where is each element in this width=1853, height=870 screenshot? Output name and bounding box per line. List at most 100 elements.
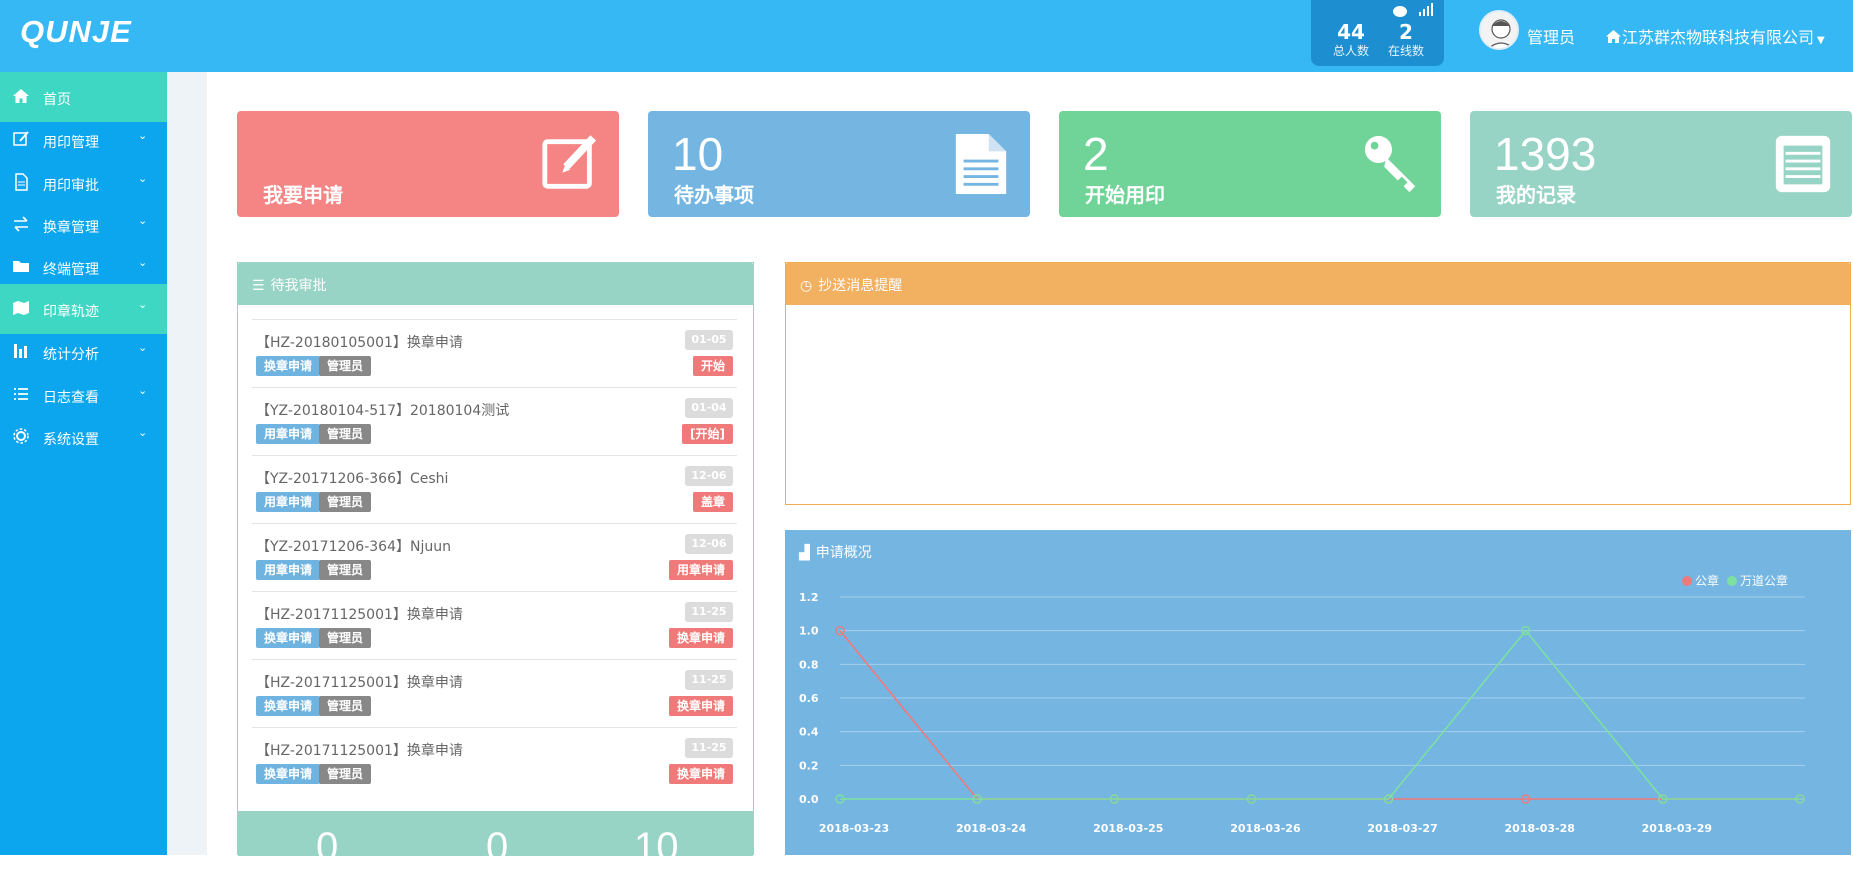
chevron-down-icon: ⌄	[138, 256, 148, 269]
logo[interactable]: QUNJE	[20, 14, 132, 50]
type-badge: 换章申请	[256, 628, 321, 648]
type-badge: 换章申请	[256, 696, 321, 716]
tile-number: 10	[672, 128, 724, 180]
cc-notice-header: ◷ 抄送消息提醒	[786, 263, 1850, 305]
user-badge: 管理员	[319, 492, 372, 512]
todo-date: 12-06	[685, 466, 733, 486]
folder-icon	[13, 261, 29, 272]
status-badge: 盖章	[692, 492, 733, 512]
user-stats-box: 44 总人数 2 在线数	[1311, 0, 1444, 66]
tile-label: 开始用印	[1085, 183, 1165, 207]
dashboard-tile-2[interactable]: 2 开始用印	[1059, 111, 1441, 217]
pending-approval-footer: 0 0 10	[238, 811, 753, 869]
user-badge: 管理员	[319, 764, 372, 784]
todo-date: 12-06	[685, 534, 733, 554]
x-tick-label: 2018-03-28	[1505, 822, 1575, 835]
sidebar-item-label: 系统设置	[43, 432, 99, 448]
list-item[interactable]: 【HZ-20171125001】换章申请 11-25 换章申请 管理员 换章申请	[252, 659, 737, 727]
todo-title[interactable]: 【YZ-20171206-364】Njuun	[256, 536, 451, 556]
sidebar-item-8[interactable]: 系统设置 ⌄	[0, 412, 167, 462]
user-badge: 管理员	[319, 424, 372, 444]
type-badge: 用章申请	[256, 424, 321, 444]
todo-date: 01-04	[685, 398, 733, 418]
tile-number: 1393	[1494, 128, 1597, 180]
series-line-0	[839, 630, 1800, 800]
series-line-1	[840, 629, 1800, 800]
document-icon	[15, 173, 28, 191]
dashboard-tile-3[interactable]: 1393 我的记录	[1470, 111, 1852, 217]
type-badge: 用章申请	[256, 492, 321, 512]
pending-approval-panel: ☰ 待我审批 【HZ-20180105001】换章申请 01-05 换章申请 管理员 开始…	[237, 262, 754, 869]
sidebar-item-label: 用印管理	[43, 135, 99, 151]
gear-icon	[13, 428, 29, 444]
sidebar-item-label: 首页	[43, 92, 71, 108]
legend-marker	[1727, 576, 1737, 586]
chevron-down-icon: ⌄	[138, 129, 148, 142]
list-item[interactable]: 【YZ-20171206-366】Ceshi 12-06 用章申请 管理员 盖章	[252, 455, 737, 523]
status-badge: 开始	[692, 356, 733, 376]
todo-title[interactable]: 【YZ-20171206-366】Ceshi	[256, 468, 448, 488]
list-item[interactable]: 【YZ-20180104-517】20180104测试 01-04 用章申请 管理员 […	[252, 387, 737, 455]
list-item[interactable]: 【HZ-20171125001】换章申请 11-25 换章申请 管理员 换章申请	[252, 591, 737, 659]
sidebar-item-label: 换章管理	[43, 220, 99, 236]
user-badge: 管理员	[319, 356, 372, 376]
y-tick-label: 0.0	[799, 793, 819, 806]
home-icon	[1606, 30, 1621, 43]
status-badge: 换章申请	[668, 628, 733, 648]
company-name: 江苏群杰物联科技有限公司	[1622, 28, 1815, 47]
type-badge: 用章申请	[256, 560, 321, 580]
dashboard-tile-1[interactable]: 10 待办事项	[648, 111, 1030, 217]
sidebar-item-label: 用印审批	[43, 178, 99, 194]
todo-title[interactable]: 【HZ-20171125001】换章申请	[256, 740, 463, 760]
sidebar-item-label: 统计分析	[43, 347, 99, 363]
company-selector[interactable]: 江苏群杰物联科技有限公司 ▼	[1605, 24, 1825, 48]
list-item[interactable]: 【HZ-20171125001】换章申请 11-25 换章申请 管理员 换章申请	[252, 727, 737, 795]
y-tick-label: 1.2	[799, 591, 819, 604]
todo-title[interactable]: 【YZ-20180104-517】20180104测试	[256, 400, 509, 420]
list-item[interactable]: 【YZ-20171206-364】Njuun 12-06 用章申请 管理员 用章申请	[252, 523, 737, 591]
y-tick-label: 0.2	[799, 759, 819, 772]
y-tick-label: 0.4	[799, 726, 819, 739]
list-icon: ☰	[252, 278, 265, 294]
todo-date: 01-05	[685, 330, 733, 350]
tile-label: 待办事项	[674, 183, 754, 207]
application-line-chart: 0.0 0.2 0.4 0.6 0.8 1.0 1.2 2018-03-23 2018-03-2…	[799, 573, 1805, 835]
cc-notice-title: 抄送消息提醒	[818, 278, 903, 294]
footer-value-1: 0	[316, 825, 339, 869]
cc-notice-panel: ◷ 抄送消息提醒	[785, 262, 1851, 505]
x-tick-label: 2018-03-27	[1367, 822, 1437, 835]
tile-label: 我要申请	[263, 183, 343, 207]
edit-icon	[13, 131, 29, 146]
user-badge: 管理员	[319, 628, 372, 648]
legend-label: 公章	[1695, 573, 1719, 588]
footer-value-2: 0	[486, 825, 509, 869]
todo-title[interactable]: 【HZ-20171125001】换章申请	[256, 604, 463, 624]
y-tick-label: 0.6	[799, 692, 819, 705]
todo-title[interactable]: 【HZ-20171125001】换章申请	[256, 672, 463, 692]
x-tick-label: 2018-03-26	[1230, 822, 1301, 835]
pending-approval-list: 【HZ-20180105001】换章申请 01-05 换章申请 管理员 开始 【YZ-20…	[252, 319, 737, 795]
chevron-down-icon: ⌄	[138, 298, 148, 311]
chevron-down-icon: ⌄	[138, 214, 148, 227]
todo-title[interactable]: 【HZ-20180105001】换章申请	[256, 332, 463, 352]
top-header: QUNJE 44 总人数 2 在线数 管理员 江苏群杰物联科技有限公司 ▼	[0, 0, 1853, 72]
sidebar-item-label: 日志查看	[43, 390, 99, 406]
footer-value-3: 10	[634, 825, 679, 869]
sidebar-item-label: 印章轨迹	[43, 304, 99, 320]
online-users-stat: 2 在线数	[1383, 20, 1429, 58]
chat-icon	[1393, 6, 1407, 17]
sidebar-item-label: 终端管理	[43, 262, 99, 278]
chevron-down-icon: ⌄	[138, 426, 148, 439]
chevron-down-icon: ⌄	[138, 384, 148, 397]
pending-approval-title: 待我审批	[270, 278, 327, 294]
dashboard-tile-0[interactable]: 我要申请	[237, 111, 619, 217]
tile-label: 我的记录	[1496, 183, 1576, 207]
online-users-value: 2	[1399, 20, 1413, 44]
x-tick-label: 2018-03-24	[956, 822, 1027, 835]
pending-approval-header: ☰ 待我审批	[238, 263, 753, 305]
avatar[interactable]	[1479, 10, 1519, 50]
list-alt-icon	[1775, 135, 1831, 193]
application-overview-panel: ▟ 申请概况 0.0 0.2 0.4 0.6 0.8 1.0 1.2 2018-03-23 201…	[785, 530, 1851, 855]
user-name[interactable]: 管理员	[1527, 24, 1575, 48]
list-item[interactable]: 【HZ-20180105001】换章申请 01-05 换章申请 管理员 开始	[252, 319, 737, 387]
